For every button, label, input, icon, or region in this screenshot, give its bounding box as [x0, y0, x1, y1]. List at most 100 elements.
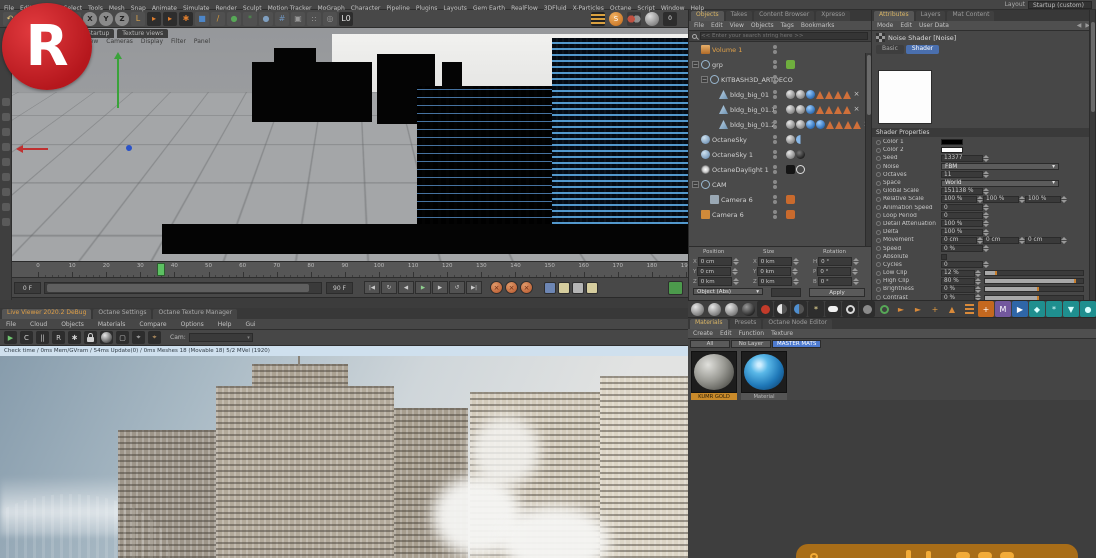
render-visibility-dot[interactable]	[773, 155, 777, 159]
record-scale-button[interactable]: ×	[505, 281, 518, 294]
om-menu-tags[interactable]: Tags	[781, 22, 794, 29]
mat-menu-function[interactable]: Function	[739, 330, 765, 337]
move-lock-icon[interactable]	[2, 98, 10, 106]
value-field[interactable]: 80 %	[941, 278, 975, 285]
stepper-arrows[interactable]	[852, 267, 858, 276]
tri-tag[interactable]	[826, 121, 834, 129]
shader-tab-shader[interactable]: Shader	[906, 45, 939, 54]
lv-ball-icon[interactable]	[100, 331, 113, 344]
editor-visibility-dot[interactable]	[773, 135, 777, 139]
lv-focus-picker-button[interactable]: ⌖	[132, 331, 145, 344]
menu-pipeline[interactable]: Pipeline	[386, 5, 409, 12]
color-swatch[interactable]	[941, 147, 963, 153]
prop-anim-dot[interactable]	[876, 148, 881, 153]
prop-anim-dot[interactable]	[876, 246, 881, 251]
stepper-arrows[interactable]	[983, 260, 989, 269]
step-up-icon[interactable]	[983, 245, 989, 248]
stepper-arrows[interactable]	[983, 228, 989, 237]
prop-anim-dot[interactable]	[876, 221, 881, 226]
sphere-tag[interactable]	[786, 150, 795, 159]
coord-value-field[interactable]: 0 °	[817, 267, 851, 276]
step-up-icon[interactable]	[983, 229, 989, 232]
lv-render-button[interactable]: ▶	[4, 331, 17, 344]
panel-tab-mat-content[interactable]: Mat Content	[947, 11, 994, 21]
octane-diffuse-icon[interactable]	[757, 301, 773, 317]
visibility-dots[interactable]	[773, 210, 777, 219]
menu-layouts[interactable]: Layouts	[443, 5, 467, 12]
value-field[interactable]: 100 %	[941, 229, 983, 236]
octane-mbox-icon[interactable]: M	[995, 301, 1011, 317]
mat-menu-create[interactable]: Create	[693, 330, 713, 337]
editor-visibility-dot[interactable]	[773, 90, 777, 94]
stepper-arrows[interactable]	[983, 154, 989, 163]
prop-anim-dot[interactable]	[876, 287, 881, 292]
prop-anim-dot[interactable]	[876, 205, 881, 210]
step-down-icon[interactable]	[732, 272, 738, 275]
coord-value-field[interactable]: 0 km	[758, 277, 792, 286]
tri-tag[interactable]	[834, 106, 842, 114]
key-param-button[interactable]	[586, 282, 598, 294]
step-down-icon[interactable]	[852, 272, 858, 275]
step-down-icon[interactable]	[733, 262, 739, 265]
value-field[interactable]: 100 %	[941, 196, 977, 203]
object-row-cam[interactable]: −CAM	[689, 177, 871, 192]
tri-tag[interactable]	[816, 91, 824, 99]
lv-material-picker-button[interactable]: ⌖	[148, 331, 161, 344]
mat-preview-sphere-3[interactable]	[723, 301, 739, 317]
octane-vdb-icon[interactable]: ►	[910, 301, 926, 317]
color-swatch[interactable]	[941, 139, 963, 145]
step-up-icon[interactable]	[983, 188, 989, 191]
object-row-bldg-big-01[interactable]: bldg_big_01×	[689, 87, 871, 102]
mirror-icon[interactable]	[2, 128, 10, 136]
stepper-arrows[interactable]	[1061, 236, 1067, 245]
menu-realflow[interactable]: RealFlow	[511, 5, 538, 12]
step-up-icon[interactable]	[733, 278, 739, 281]
menu-tools[interactable]: Tools	[88, 5, 103, 12]
tri-tag[interactable]	[825, 91, 833, 99]
octane-plus-icon[interactable]: +	[927, 301, 943, 317]
render-visibility-dot[interactable]	[773, 215, 777, 219]
tri-tag[interactable]	[816, 106, 824, 114]
octane-target-light-icon[interactable]	[842, 301, 858, 317]
lv-menu-materials[interactable]: Materials	[98, 321, 126, 328]
perspective-viewport[interactable]: StartupTexture views ViewCamerasDisplayF…	[12, 28, 688, 262]
lv-menu-gui[interactable]: Gui	[245, 321, 255, 328]
editor-visibility-dot[interactable]	[773, 105, 777, 109]
tri-tag[interactable]	[843, 91, 851, 99]
octane-area-light-icon[interactable]	[825, 301, 841, 317]
octane-proxy-icon[interactable]: ▲	[944, 301, 960, 317]
visibility-dots[interactable]	[773, 180, 777, 189]
step-down-icon[interactable]	[983, 233, 989, 236]
value-field[interactable]: 0	[941, 261, 983, 268]
paint-icon[interactable]	[2, 218, 10, 226]
snap-icon[interactable]	[2, 113, 10, 121]
blue-sphere-tag[interactable]	[806, 105, 815, 114]
tri-tag[interactable]	[844, 121, 852, 129]
stepper-arrows[interactable]	[853, 257, 859, 266]
mat-menu-texture[interactable]: Texture	[771, 330, 793, 337]
play-button[interactable]: ▶	[415, 281, 431, 294]
stepper-arrows[interactable]	[792, 267, 798, 276]
sphere-tag[interactable]	[796, 105, 805, 114]
sphere-tag[interactable]	[786, 120, 795, 129]
step-down-icon[interactable]	[1061, 241, 1067, 244]
half-sphere-tag[interactable]	[796, 135, 805, 144]
slider-high-clip[interactable]	[984, 278, 1084, 284]
menu-character[interactable]: Character	[351, 5, 381, 12]
stepper-arrows[interactable]	[733, 257, 739, 266]
lv-tab-octane-texture-manager[interactable]: Octane Texture Manager	[153, 309, 237, 319]
stepper-arrows[interactable]	[732, 267, 738, 276]
object-search-input[interactable]	[700, 32, 868, 40]
lv-pause-button[interactable]: ||	[36, 331, 49, 344]
value-field[interactable]: 0 cm	[983, 237, 1019, 244]
object-row-camera-6[interactable]: Camera 6	[689, 192, 871, 207]
dropdown-space[interactable]: World▾	[941, 180, 1059, 187]
sphere-tag[interactable]	[786, 105, 795, 114]
material-thumbnail[interactable]	[691, 351, 737, 393]
white-circle-tag[interactable]	[796, 165, 805, 174]
timeline-playhead[interactable]	[157, 263, 165, 276]
record-rotation-button[interactable]: ×	[520, 281, 533, 294]
step-down-icon[interactable]	[983, 249, 989, 252]
stepper-arrows[interactable]	[793, 277, 799, 286]
checkbox-absolute[interactable]	[941, 254, 947, 260]
